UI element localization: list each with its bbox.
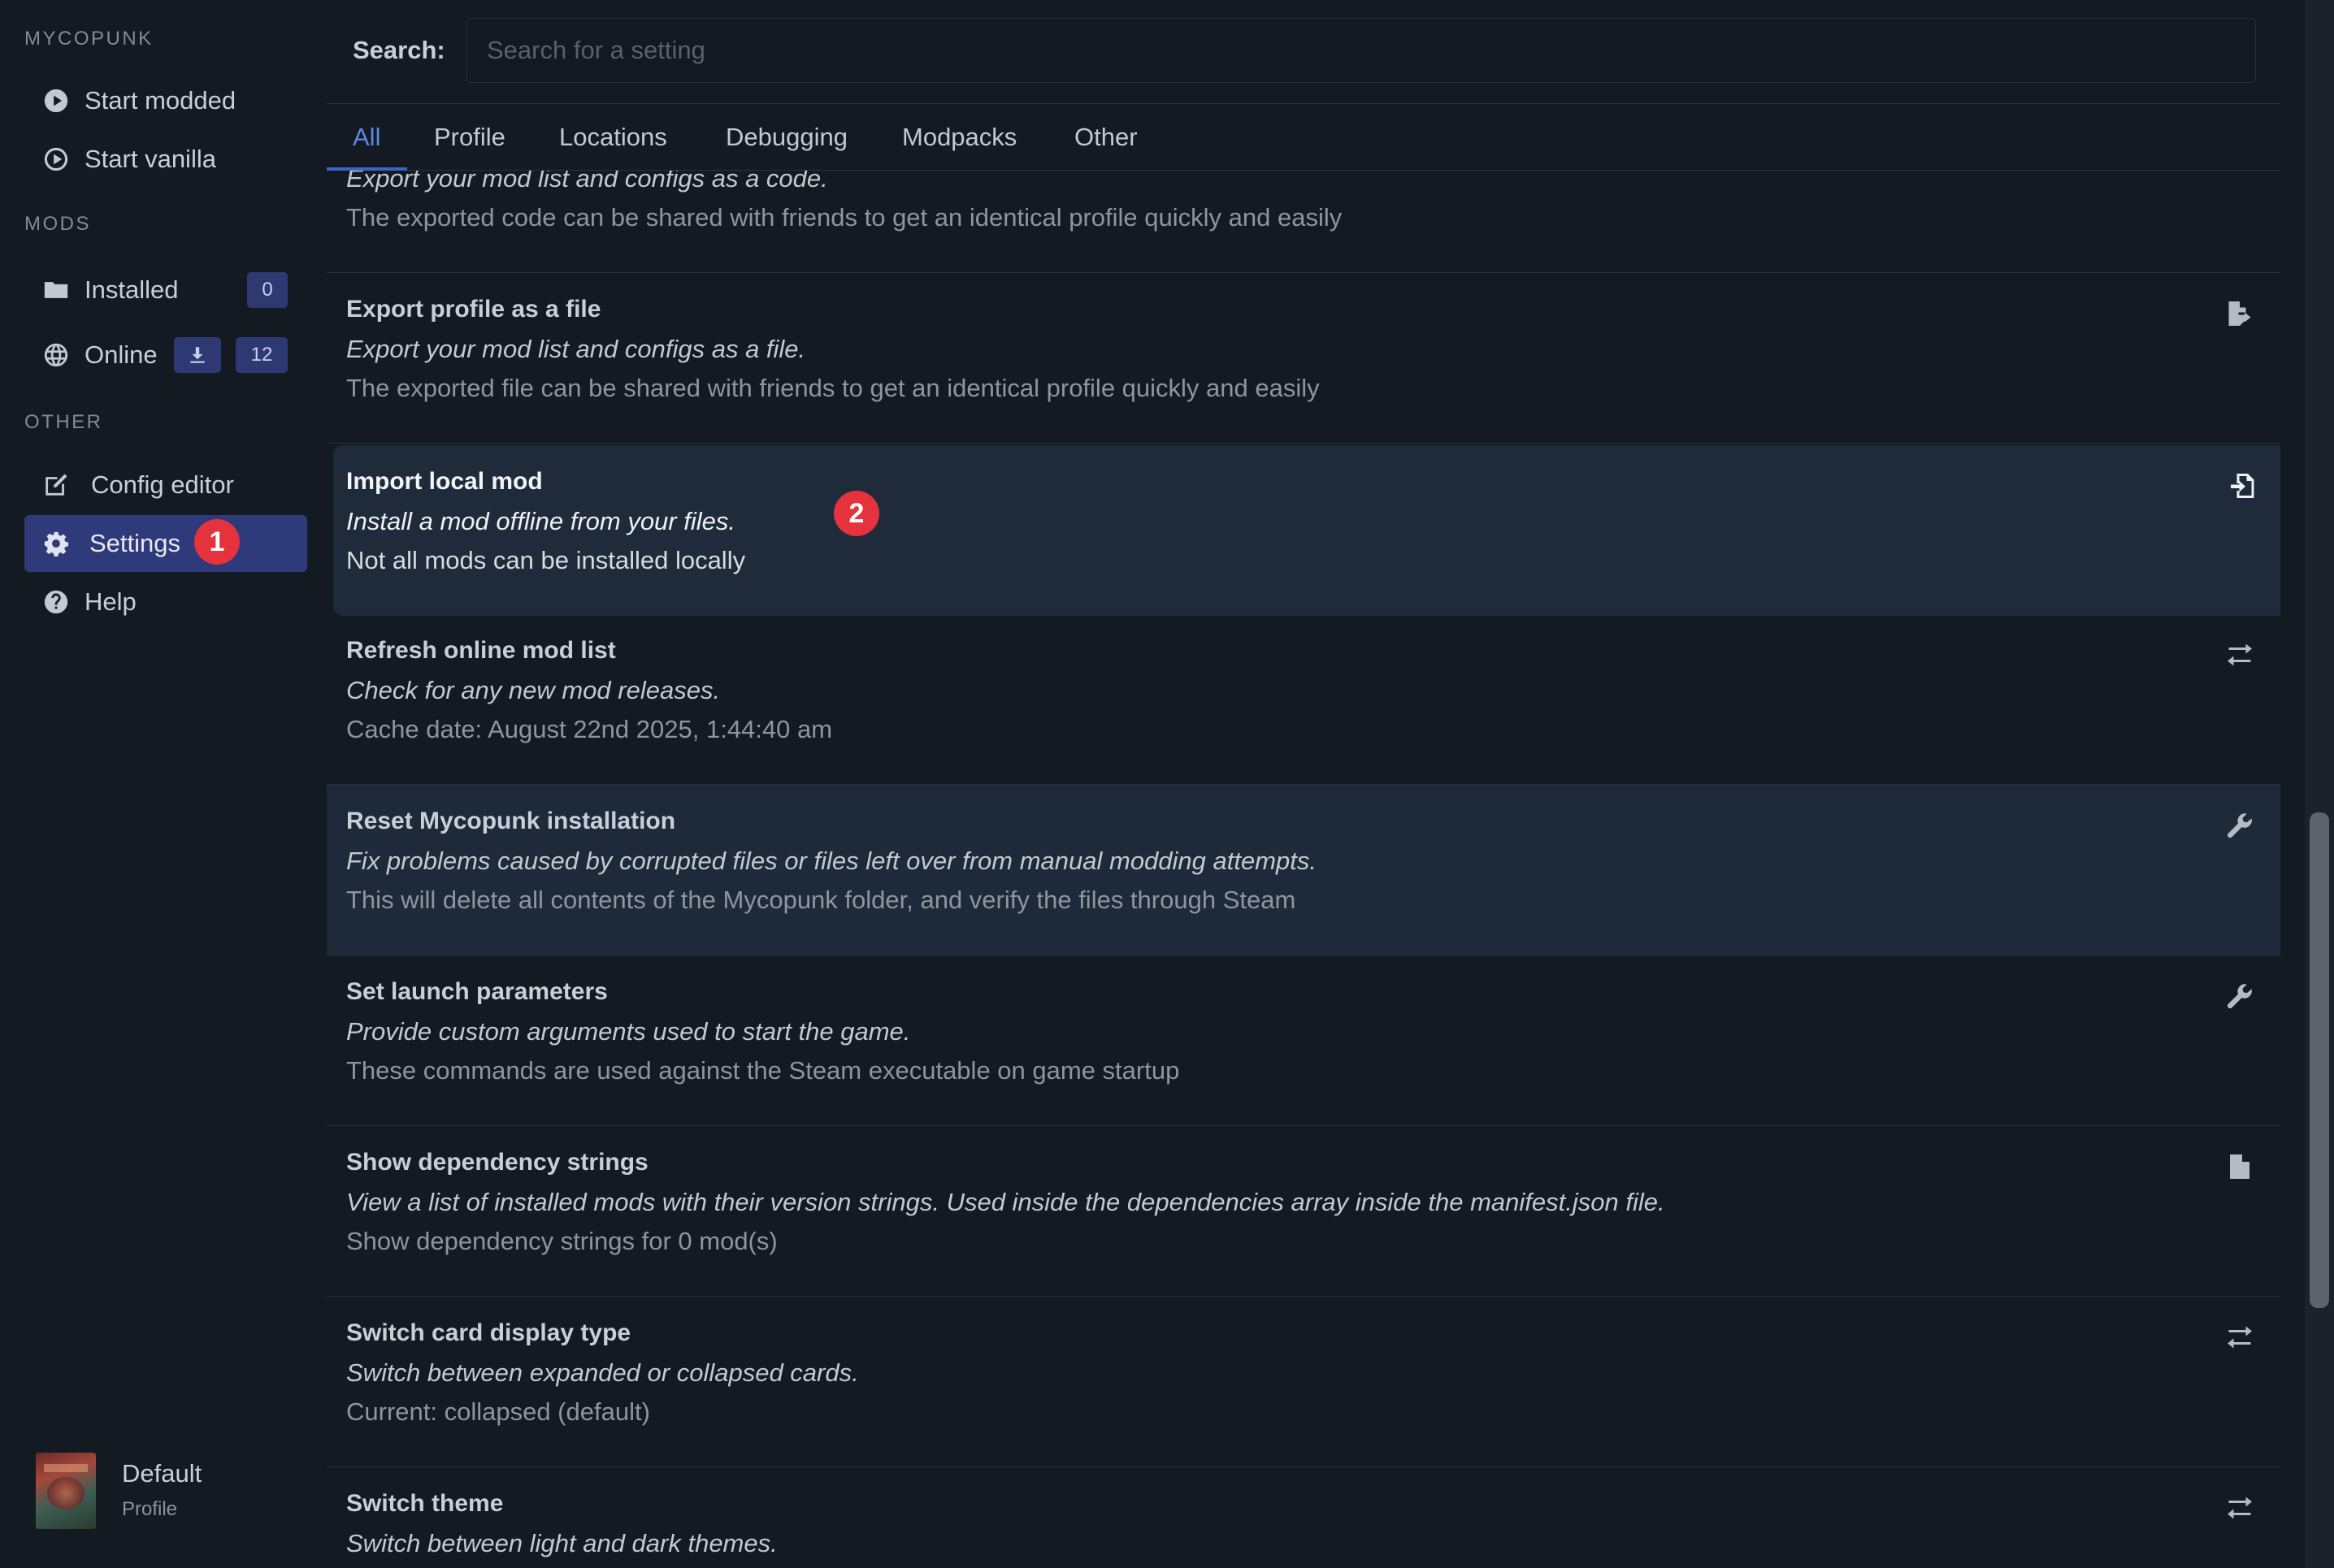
sidebar-item-start-vanilla[interactable]: Start vanilla — [24, 131, 307, 188]
play-circle-outline-icon — [42, 145, 70, 173]
sidebar-item-label: Start modded — [85, 86, 236, 115]
wrench-icon — [2223, 980, 2256, 1012]
installed-count-badge: 0 — [247, 272, 288, 308]
setting-reset-installation[interactable]: Reset Mycopunk installation Fix problems… — [327, 785, 2280, 955]
file-export-icon — [2223, 297, 2256, 330]
sidebar-item-label: Settings — [89, 529, 181, 557]
setting-title: Refresh online mod list — [346, 637, 616, 664]
annotation-marker-2: 2 — [834, 491, 879, 536]
sidebar-item-online[interactable]: Online 12 — [24, 327, 307, 383]
setting-title: Switch card display type — [346, 1319, 631, 1346]
settings-list: Export your mod list and configs as a co… — [327, 171, 2280, 1568]
setting-description: Fix problems caused by corrupted files o… — [346, 847, 1317, 875]
setting-title: Reset Mycopunk installation — [346, 808, 676, 834]
setting-title: Show dependency strings — [346, 1149, 649, 1176]
sidebar-section-mods: MODS — [24, 213, 91, 235]
globe-icon — [42, 341, 70, 369]
exchange-icon — [2223, 639, 2256, 671]
online-count-badge: 12 — [236, 337, 288, 373]
setting-refresh-online-mod-list[interactable]: Refresh online mod list Check for any ne… — [327, 614, 2280, 785]
wrench-icon — [2223, 809, 2256, 842]
setting-description: View a list of installed mods with their… — [346, 1188, 1665, 1216]
setting-description: Check for any new mod releases. — [346, 676, 721, 704]
setting-description: Switch between light and dark themes. — [346, 1529, 778, 1557]
play-circle-icon — [42, 87, 70, 115]
setting-info: Show dependency strings for 0 mod(s) — [346, 1227, 778, 1255]
setting-info: The exported code can be shared with fri… — [346, 203, 1343, 232]
setting-description: Switch between expanded or collapsed car… — [346, 1358, 859, 1387]
setting-description: Install a mod offline from your files. — [346, 507, 735, 535]
exchange-icon — [2223, 1321, 2256, 1354]
sidebar-item-label: Start vanilla — [85, 145, 216, 173]
download-badge[interactable] — [174, 337, 221, 373]
gear-icon — [42, 530, 70, 557]
search-input[interactable] — [466, 18, 2256, 83]
profile-avatar — [36, 1453, 96, 1529]
settings-panel: Search: All Profile Locations Debugging … — [327, 0, 2280, 1568]
annotation-marker-1: 1 — [194, 519, 240, 565]
profile-label: Profile — [122, 1498, 178, 1520]
setting-dependency-strings[interactable]: Show dependency strings View a list of i… — [327, 1126, 2280, 1297]
tab-profile[interactable]: Profile — [434, 104, 505, 171]
file-text-icon — [2223, 1150, 2256, 1183]
setting-export-profile-code[interactable]: Export your mod list and configs as a co… — [327, 171, 2280, 273]
file-import-icon — [2227, 470, 2259, 502]
setting-launch-parameters[interactable]: Set launch parameters Provide custom arg… — [327, 955, 2280, 1126]
scrollbar-track[interactable] — [2305, 0, 2334, 1568]
search-bar: Search: — [327, 0, 2280, 104]
sidebar-item-installed[interactable]: Installed 0 — [24, 262, 307, 318]
tab-modpacks[interactable]: Modpacks — [902, 104, 1017, 171]
setting-title: Import local mod — [346, 468, 543, 495]
sidebar-item-label: Installed — [85, 275, 179, 304]
tab-all[interactable]: All — [353, 104, 380, 171]
sidebar-section-other: OTHER — [24, 411, 103, 433]
setting-description: Export your mod list and configs as a co… — [346, 171, 828, 193]
tab-other[interactable]: Other — [1074, 104, 1138, 171]
setting-info: Current: collapsed (default) — [346, 1397, 650, 1426]
scrollbar-thumb[interactable] — [2310, 812, 2329, 1308]
setting-info: Not all mods can be installed locally — [346, 546, 746, 574]
setting-title: Export profile as a file — [346, 296, 601, 323]
sidebar-item-label: Config editor — [91, 470, 234, 499]
setting-title: Switch theme — [346, 1490, 504, 1517]
setting-title: Set launch parameters — [346, 978, 608, 1005]
download-icon — [190, 347, 205, 363]
sidebar-item-config-editor[interactable]: Config editor — [24, 457, 307, 513]
setting-description: Export your mod list and configs as a fi… — [346, 335, 806, 363]
folder-icon — [42, 276, 70, 304]
setting-info: The exported file can be shared with fri… — [346, 374, 1320, 402]
tab-locations[interactable]: Locations — [559, 104, 667, 171]
help-circle-icon — [42, 588, 70, 616]
setting-description: Provide custom arguments used to start t… — [346, 1017, 911, 1046]
setting-import-local-mod[interactable]: Import local mod Install a mod offline f… — [333, 445, 2280, 616]
sidebar-item-settings[interactable]: Settings — [24, 515, 307, 572]
sidebar-item-label: Online — [85, 340, 158, 369]
setting-switch-theme[interactable]: Switch theme Switch between light and da… — [327, 1467, 2280, 1568]
sidebar: MYCOPUNK Start modded Start vanilla MODS… — [0, 0, 323, 1568]
setting-export-profile-file[interactable]: Export profile as a file Export your mod… — [327, 273, 2280, 444]
sidebar-section-game: MYCOPUNK — [24, 28, 154, 50]
search-label: Search: — [353, 36, 445, 64]
sidebar-item-help[interactable]: Help — [24, 574, 307, 630]
settings-tabs: All Profile Locations Debugging Modpacks… — [327, 104, 2280, 171]
sidebar-item-start-modded[interactable]: Start modded — [24, 72, 307, 129]
setting-info: These commands are used against the Stea… — [346, 1056, 1180, 1085]
setting-info: Cache date: August 22nd 2025, 1:44:40 am — [346, 715, 833, 743]
edit-icon — [42, 471, 70, 499]
profile-name: Default — [122, 1459, 202, 1488]
setting-card-display-type[interactable]: Switch card display type Switch between … — [327, 1297, 2280, 1467]
profile-switcher[interactable]: Default Profile — [36, 1451, 304, 1532]
app-window: MYCOPUNK Start modded Start vanilla MODS… — [0, 0, 2334, 1568]
exchange-icon — [2223, 1492, 2256, 1524]
tab-debugging[interactable]: Debugging — [726, 104, 848, 171]
sidebar-item-label: Help — [85, 587, 137, 616]
setting-info: This will delete all contents of the Myc… — [346, 886, 1296, 914]
